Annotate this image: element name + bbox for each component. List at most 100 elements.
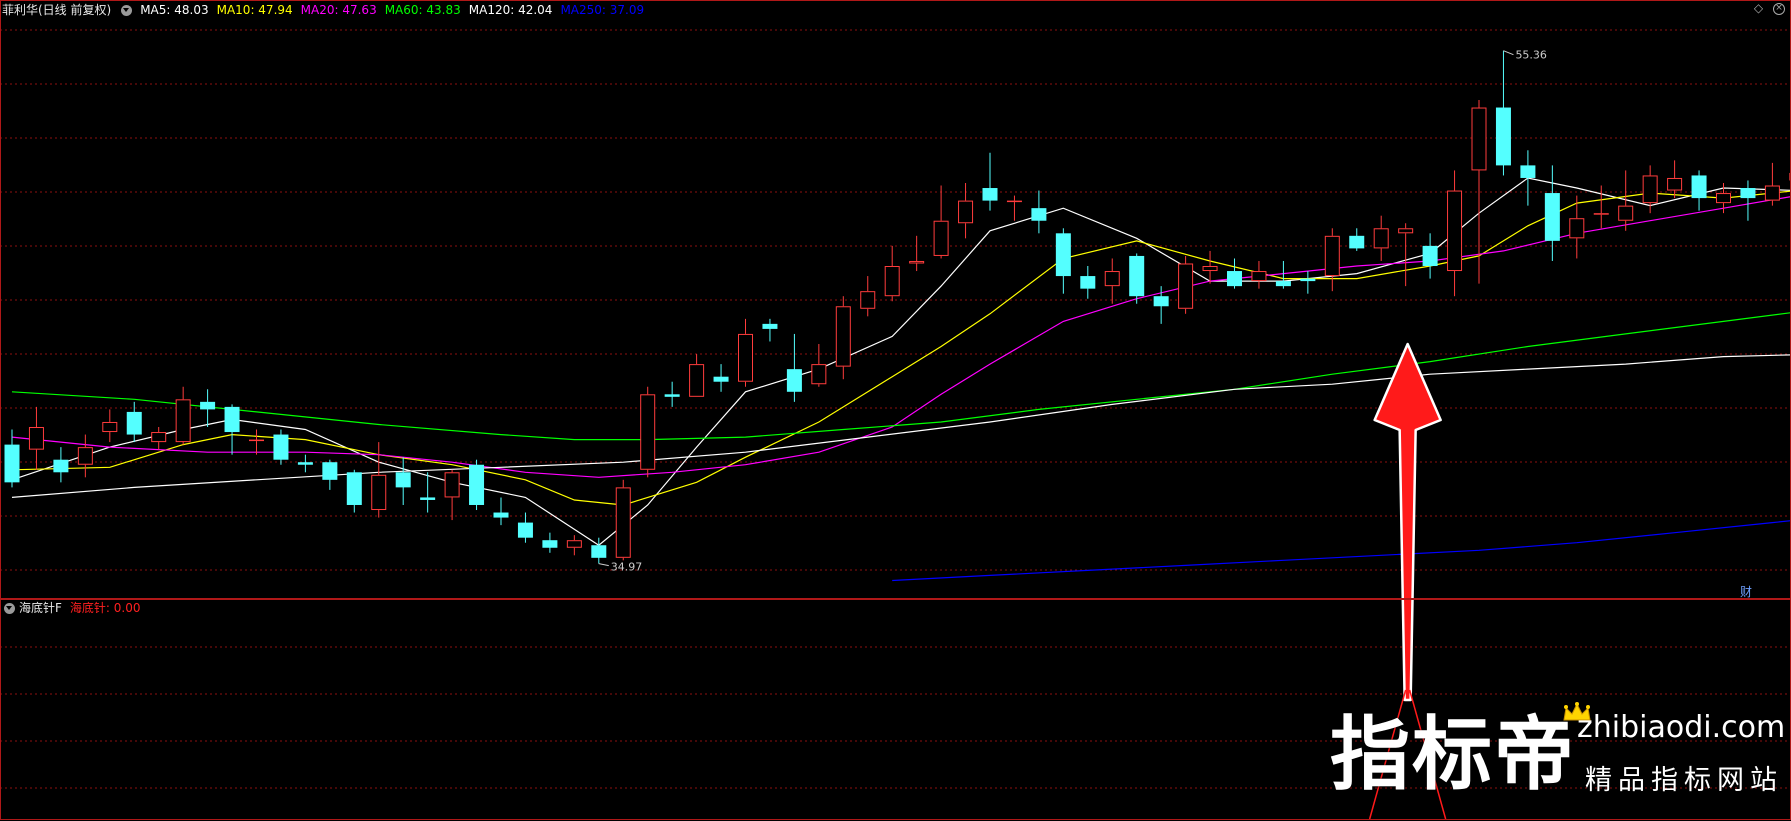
indicator-menu-icon[interactable]: [121, 4, 133, 16]
candle-body: [1202, 266, 1218, 272]
candle: [909, 235, 925, 272]
candle: [1447, 170, 1463, 297]
candle-body: [1398, 228, 1414, 234]
candle-body: [4, 444, 20, 483]
candle-body: [909, 260, 925, 264]
sub-indicator-value: 海底针: 0.00: [69, 601, 141, 615]
candle-body: [835, 306, 851, 367]
candle: [444, 469, 460, 521]
candle-body: [884, 266, 900, 297]
candle: [1373, 215, 1389, 261]
candle: [273, 429, 289, 465]
candle: [1422, 233, 1438, 279]
candle-body: [1569, 218, 1585, 239]
logo-url: zhibiaodi.com: [1577, 710, 1786, 745]
candle-body: [1055, 233, 1071, 277]
candle-body: [249, 439, 264, 442]
candle-body: [1471, 107, 1487, 171]
candle-body: [102, 421, 118, 433]
candle: [77, 434, 93, 478]
candle: [1104, 258, 1120, 304]
candle: [664, 381, 680, 407]
kline-chart: 55.36 34.97 财: [0, 0, 1791, 820]
candle-body: [53, 459, 69, 473]
candle-body: [493, 512, 509, 518]
candle-body: [566, 540, 582, 548]
candle-body: [420, 497, 436, 500]
panel-close-icon[interactable]: ×: [1773, 3, 1785, 15]
panel-options-icon[interactable]: ◇: [1753, 2, 1764, 14]
candle-body: [1178, 263, 1194, 309]
candle-body: [591, 545, 607, 558]
watermark-logo: 指标帝 zhibiaodi.com 精品指标网站: [1330, 700, 1785, 810]
candle: [322, 459, 338, 490]
ma-line-ma250: [892, 520, 1791, 582]
candle: [517, 512, 533, 543]
candle-body: [1031, 208, 1047, 221]
candle: [1544, 165, 1560, 261]
candle: [102, 409, 118, 443]
candle-body: [762, 323, 778, 329]
candle-body: [1349, 235, 1365, 249]
candle-body: [1080, 276, 1096, 289]
candle-body: [542, 540, 558, 548]
sub-indicator-name: 海底针F: [19, 601, 62, 615]
candle-body: [1275, 281, 1291, 287]
candle: [762, 318, 778, 342]
candle-body: [1447, 190, 1463, 272]
candle-body: [469, 464, 485, 505]
candle: [982, 152, 998, 211]
candle-body: [689, 364, 705, 397]
candle: [1495, 50, 1511, 176]
candle: [1300, 271, 1316, 294]
candle-body: [444, 472, 460, 498]
candle-body: [1422, 245, 1438, 267]
candle-body: [200, 401, 216, 410]
candle: [860, 276, 876, 317]
candle-body: [517, 522, 533, 538]
candle: [689, 354, 705, 397]
finance-badge: 财: [1740, 585, 1752, 599]
ma-line-ma20: [11, 195, 1791, 478]
candle: [200, 389, 216, 428]
candle-body: [1618, 205, 1634, 221]
candle: [1031, 190, 1047, 234]
candle-body: [1324, 235, 1340, 277]
candle-body: [982, 188, 998, 201]
candle-body: [28, 427, 44, 450]
candle: [1129, 253, 1145, 304]
candle-body: [958, 200, 974, 224]
stock-name: 菲利华(日线 前复权): [2, 3, 112, 17]
moving-average-lines: [11, 177, 1791, 582]
candle-body: [1227, 271, 1242, 287]
candle-body: [713, 376, 729, 382]
candle-body: [738, 333, 753, 382]
ma-line-ma60: [11, 312, 1791, 441]
candle: [1398, 223, 1414, 287]
candle-body: [1006, 200, 1022, 203]
low-label: 34.97: [611, 561, 643, 574]
candle: [1178, 255, 1194, 314]
candle-body: [1667, 177, 1683, 191]
candle: [1324, 228, 1340, 292]
ma-label-4: MA120: 42.04: [468, 3, 553, 17]
candle: [151, 427, 167, 450]
candle: [1349, 228, 1365, 251]
candle-body: [1373, 228, 1389, 249]
candle: [297, 454, 313, 473]
candle-body: [151, 432, 167, 443]
candle: [346, 469, 362, 513]
grid-lines: [0, 29, 1791, 789]
candle-body: [126, 411, 142, 435]
logo-brand: 指标帝: [1330, 708, 1576, 801]
candle-body: [1593, 213, 1609, 215]
candle-body: [395, 472, 411, 488]
candle: [640, 386, 656, 478]
candle-body: [1642, 175, 1658, 204]
sub-indicator-menu-icon[interactable]: [4, 602, 15, 614]
candlesticks: [4, 50, 1791, 564]
candle: [28, 406, 44, 470]
ma-line-ma5: [11, 177, 1791, 546]
high-marker-line: [1503, 50, 1514, 56]
candle: [1691, 170, 1707, 211]
